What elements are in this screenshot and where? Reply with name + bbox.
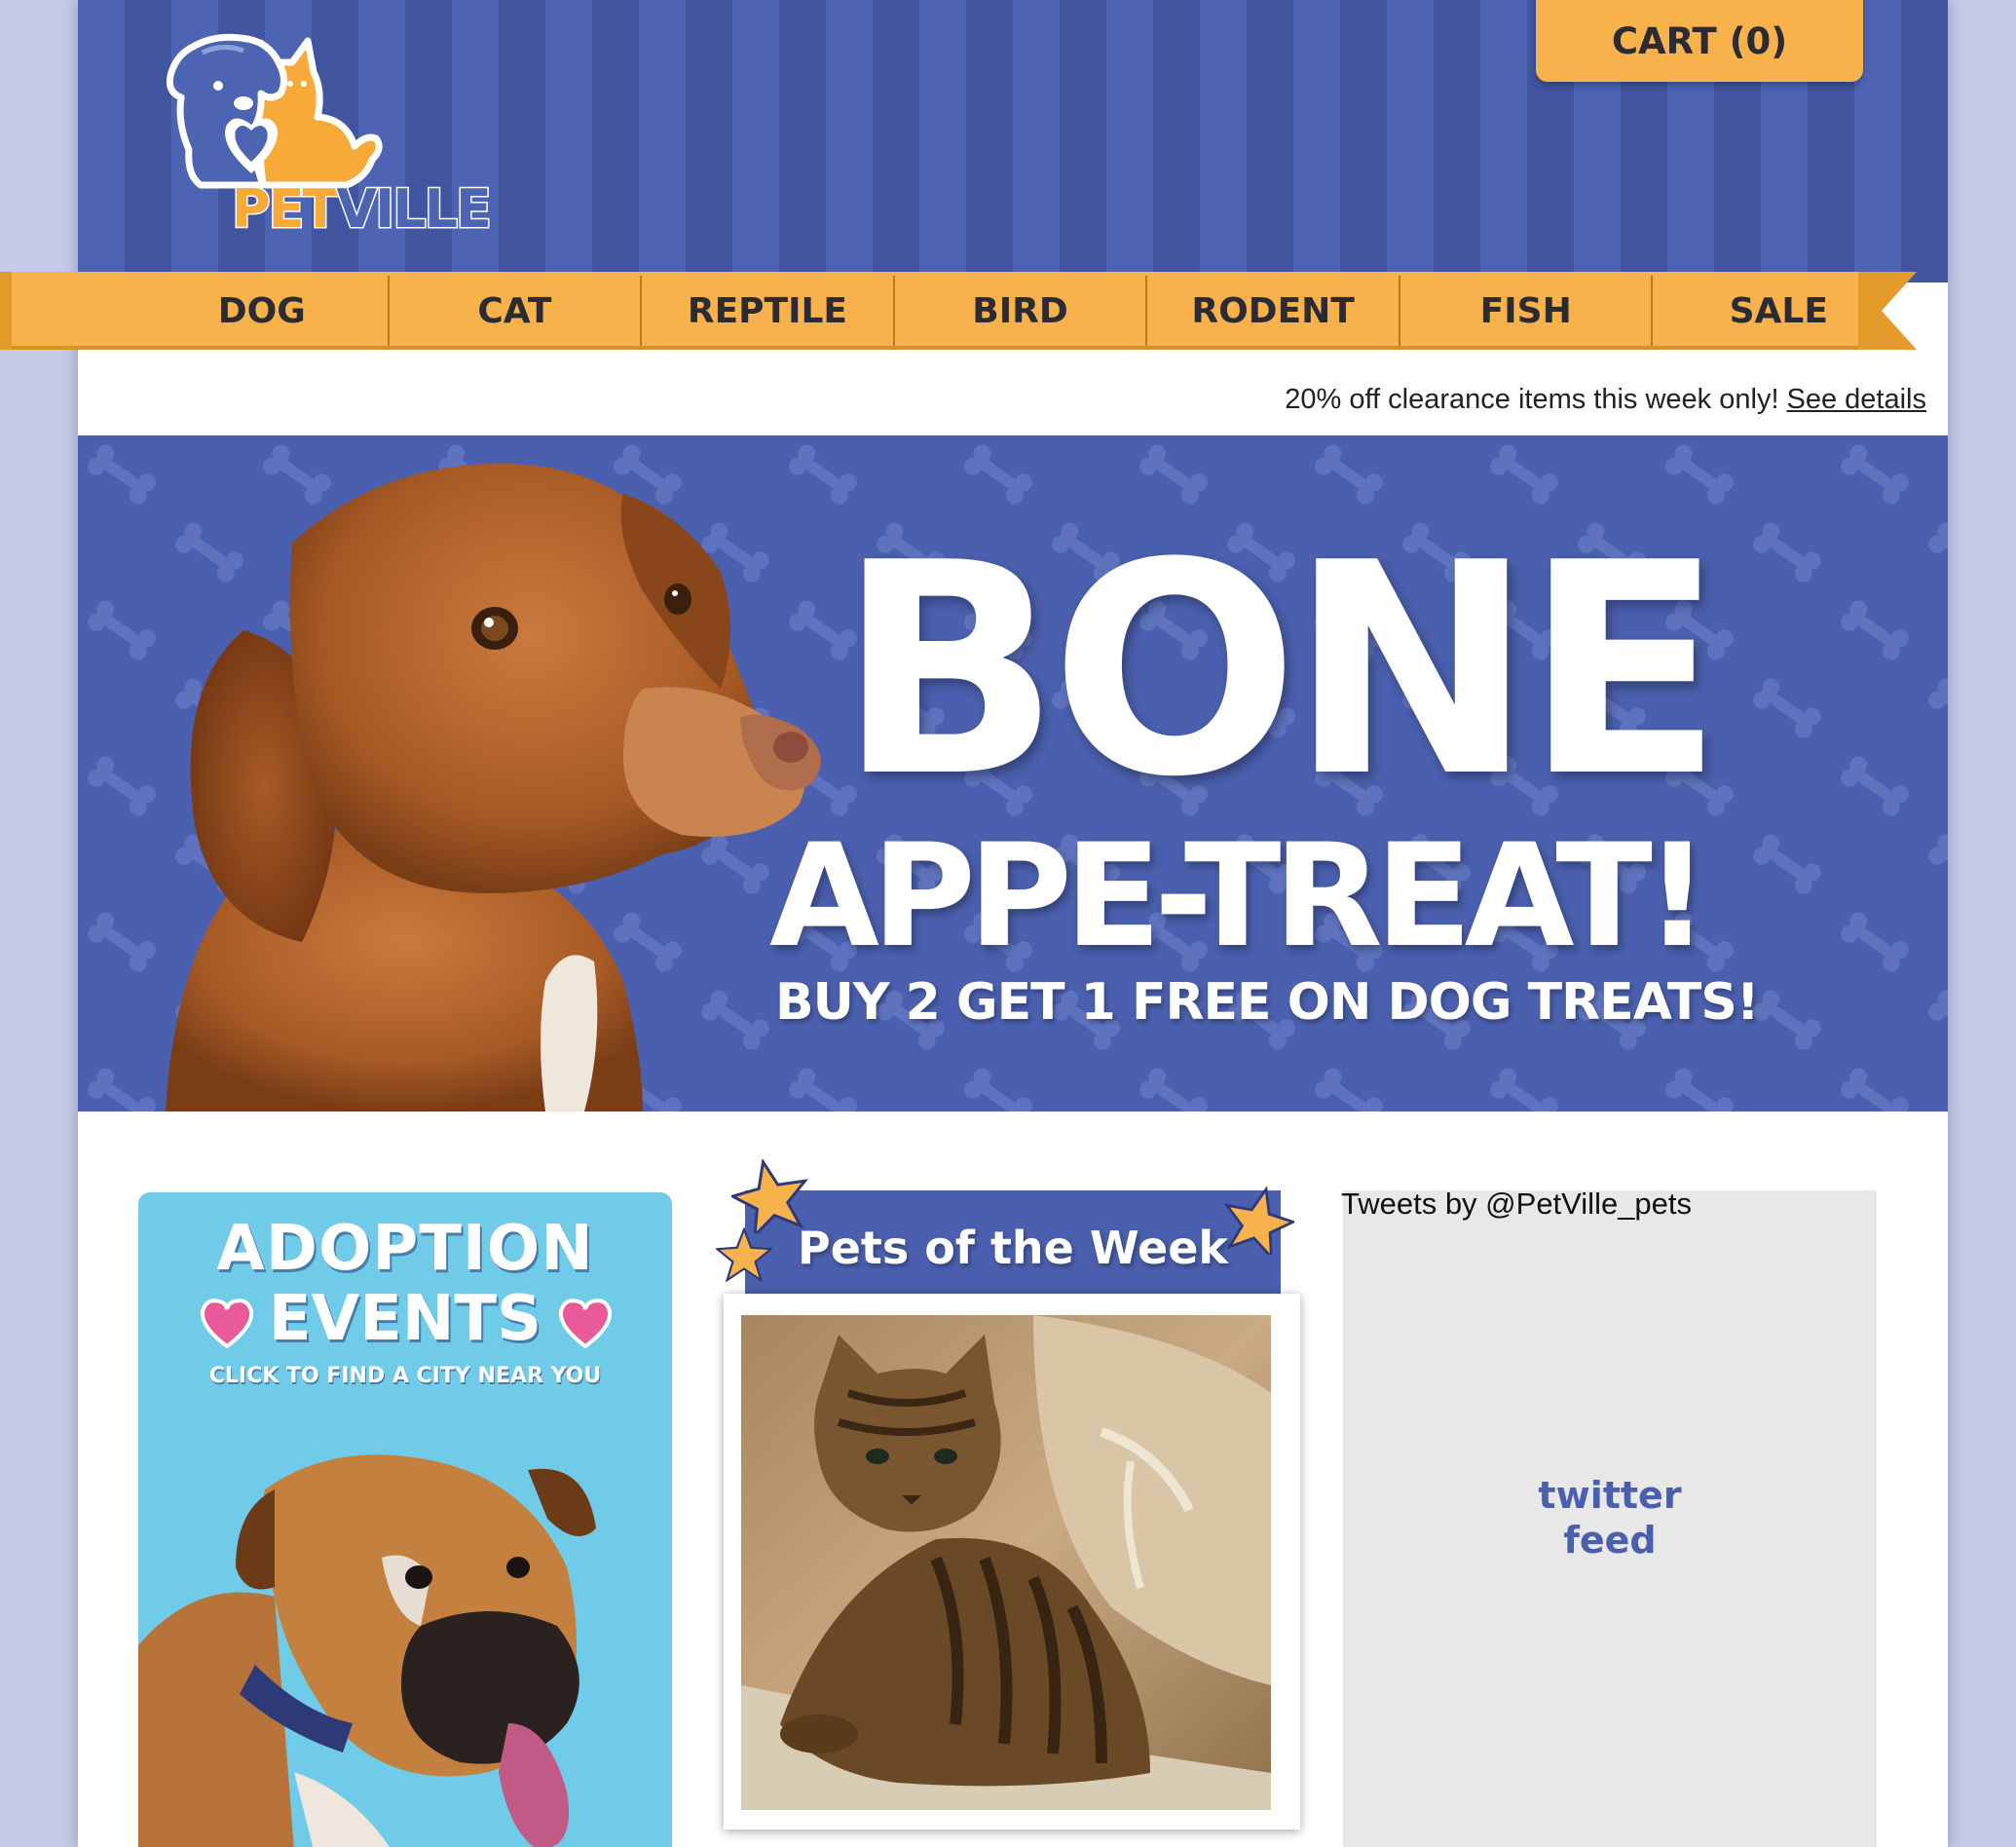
site-header: PETVILLE CART (0) (78, 0, 1948, 283)
hero-title-line2: APPE-TREAT! (769, 813, 1709, 979)
adoption-events-card[interactable]: ADOPTION EVENTS CLICK TO FIND A CITY NEA… (138, 1192, 672, 1847)
twitter-feed-line2: feed (1563, 1519, 1657, 1562)
nav-item-cat[interactable]: CAT (390, 276, 643, 346)
nav-item-reptile[interactable]: REPTILE (642, 276, 895, 346)
twitter-feed-line1: twitter (1538, 1474, 1682, 1517)
star-icon (1223, 1187, 1294, 1255)
nav-list: DOG CAT REPTILE BIRD RODENT FISH SALE (136, 276, 1904, 346)
see-details-link[interactable]: See details (1787, 384, 1927, 416)
boxer-dog-image (138, 1454, 596, 1847)
potw-photo-frame (724, 1294, 1300, 1829)
nav-item-sale[interactable]: SALE (1653, 276, 1904, 346)
petville-logo[interactable]: PETVILLE (146, 29, 493, 253)
potw-title: Pets of the Week (798, 1222, 1228, 1274)
cat-photo[interactable] (741, 1315, 1271, 1810)
main-nav: DOG CAT REPTILE BIRD RODENT FISH SALE (78, 272, 1948, 350)
promo-text: 20% off clearance items this week only! (1285, 383, 1779, 415)
adoption-title-line1: ADOPTION (216, 1213, 594, 1285)
heart-icon (558, 1299, 613, 1348)
cart-button[interactable]: CART (0) (1536, 0, 1863, 82)
tweets-by-link[interactable]: Tweets by @PetVille_pets (1341, 1187, 1692, 1222)
nav-item-bird[interactable]: BIRD (895, 276, 1148, 346)
adoption-subtitle: CLICK TO FIND A CITY NEAR YOU (208, 1364, 602, 1388)
promo-strip: 20% off clearance items this week only! … (78, 370, 1948, 429)
nav-item-dog[interactable]: DOG (136, 276, 390, 346)
nav-item-rodent[interactable]: RODENT (1147, 276, 1400, 346)
logo-wordmark: PETVILLE (230, 178, 493, 240)
hero-banner[interactable]: BONE APPE-TREAT! BUY 2 GET 1 FREE ON DOG… (78, 435, 1948, 1112)
star-icon (716, 1227, 772, 1282)
hero-subtitle: BUY 2 GET 1 FREE ON DOG TREATS! (775, 973, 1760, 1032)
pets-of-the-week: Pets of the Week (716, 1159, 1366, 1847)
twitter-feed-placeholder: twitter feed (1343, 1473, 1877, 1563)
hero-title-line1: BONE (838, 501, 1724, 841)
nav-item-fish[interactable]: FISH (1400, 276, 1654, 346)
star-icon (731, 1159, 809, 1233)
